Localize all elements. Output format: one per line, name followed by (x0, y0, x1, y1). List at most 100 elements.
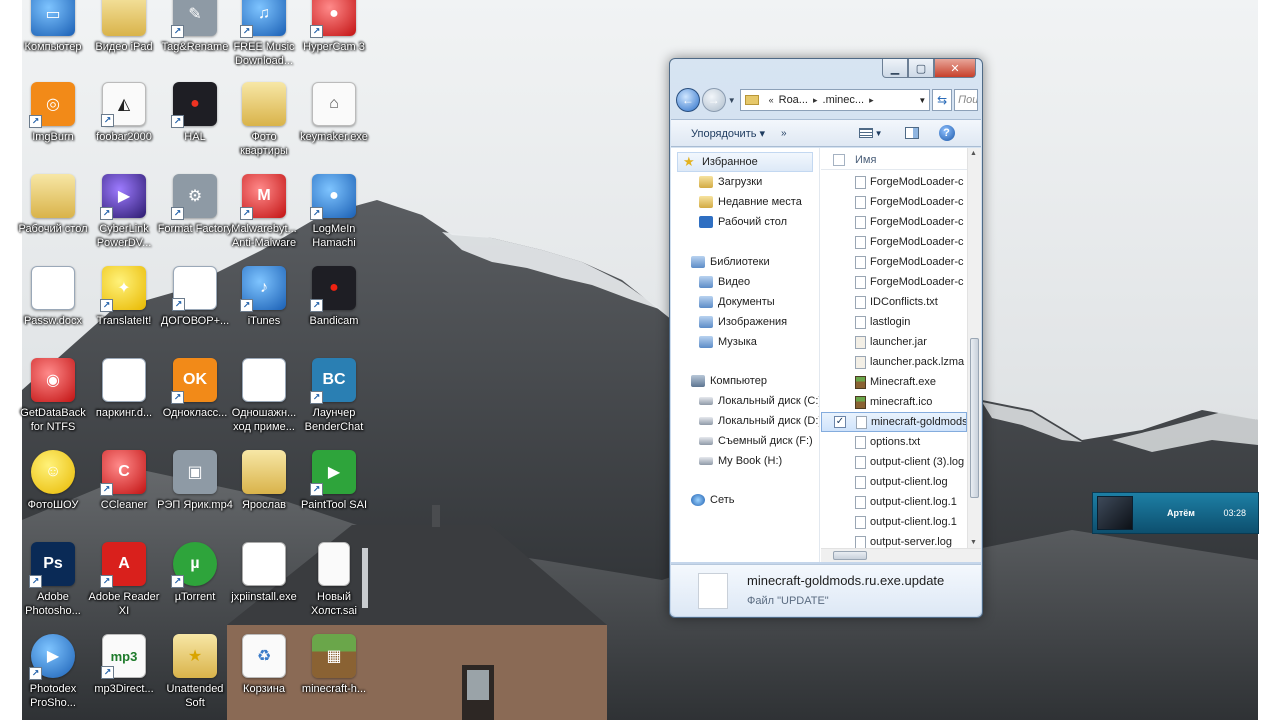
row-checkbox[interactable] (833, 476, 845, 488)
row-checkbox[interactable] (833, 176, 845, 188)
desktop-icon-hypercam[interactable]: ● ↗ HyperCam 3 (298, 0, 370, 80)
desktop-icon-foobar[interactable]: ◭ ↗ foobar2000 (88, 82, 160, 170)
nav-item-drive-f[interactable]: Съемный диск (F:) (699, 431, 813, 451)
navigation-pane[interactable]: ★ Избранное Загрузки Недавние места Рабо… (671, 148, 820, 562)
file-row[interactable]: launcher.pack.lzma (821, 352, 967, 372)
desktop-icon-hamachi[interactable]: ● ↗ LogMeIn Hamachi (298, 174, 370, 262)
desktop-icon-bandicam[interactable]: ● ↗ Bandicam (298, 266, 370, 354)
vertical-scrollbar[interactable]: ▲ ▼ (967, 148, 981, 548)
back-button[interactable]: ← (676, 88, 700, 112)
desktop-icon-translateit[interactable]: ✦ ↗ TranslateIt! (88, 266, 160, 354)
file-row[interactable]: ForgeModLoader-c (821, 232, 967, 252)
nav-item-computer[interactable]: Компьютер (691, 371, 767, 391)
desktop-icon-keymaker[interactable]: ⌂ keymaker.exe (298, 82, 370, 170)
file-row[interactable]: ForgeModLoader-c (821, 172, 967, 192)
preview-pane-button[interactable] (904, 127, 919, 139)
desktop-icon-dogovor[interactable]: W ↗ ДОГОВОР+... (159, 266, 231, 354)
desktop-icon-parking[interactable]: W паркинг.d... (88, 358, 160, 446)
minimize-button[interactable]: ▁ (882, 59, 908, 78)
desktop-icon-getdataback[interactable]: ◉ GetDataBack for NTFS (17, 358, 89, 446)
desktop-icon-benderchat[interactable]: BC ↗ Лаунчер BenderChat (298, 358, 370, 446)
search-input[interactable]: Пои (954, 89, 978, 111)
file-row[interactable]: lastlogin (821, 312, 967, 332)
file-list[interactable]: Имя ForgeModLoader-c ForgeModLoader-c Forg… (821, 148, 981, 562)
refresh-button[interactable]: ⇆ (932, 89, 953, 111)
row-checkbox[interactable] (833, 356, 845, 368)
select-all-checkbox[interactable] (833, 153, 845, 166)
file-row[interactable]: ✓ minecraft-goldmods (821, 412, 967, 432)
desktop-icon-utorrent[interactable]: µ ↗ µTorrent (159, 542, 231, 630)
breadcrumb-minecraft[interactable]: .minec... (823, 94, 865, 106)
address-bar[interactable]: « Roa... ▸ .minec... ▸ ▼ (739, 89, 931, 111)
desktop-icon-rabochiy-stol[interactable]: Рабочий стол (17, 174, 89, 262)
desktop-icon-malwarebytes[interactable]: M ↗ Malwarebyt... Anti-Malware (228, 174, 300, 262)
nav-item-downloads[interactable]: Загрузки (699, 172, 762, 192)
recent-pages-dropdown[interactable]: ▼ (728, 96, 738, 105)
file-row[interactable]: ForgeModLoader-c (821, 272, 967, 292)
desktop-icon-odnoshag[interactable]: W Одношажн... ход приме... (228, 358, 300, 446)
desktop-icon-rap-video[interactable]: ▣ РЭП Ярик.mp4 (157, 450, 233, 538)
desktop-icon-painttool[interactable]: ▶ ↗ PaintTool SAI (298, 450, 370, 538)
nav-item-documents[interactable]: Документы (699, 292, 775, 312)
scroll-up-icon[interactable]: ▲ (970, 150, 977, 157)
desktop-icon-mp3direct[interactable]: mp3 ↗ mp3Direct... (88, 634, 160, 720)
nav-item-video[interactable]: Видео (699, 272, 750, 292)
desktop-icon-novyi-holst[interactable]: Новый Холст.sai (298, 542, 370, 630)
desktop-icon-adobe-reader[interactable]: A ↗ Adobe Reader XI (88, 542, 160, 630)
row-checkbox[interactable] (833, 216, 845, 228)
row-checkbox[interactable] (833, 196, 845, 208)
desktop-icon-computer[interactable]: ▭ Компьютер (17, 0, 89, 80)
help-button[interactable]: ? (938, 125, 955, 141)
nav-item-drive-c[interactable]: Локальный диск (C:) (699, 391, 819, 411)
row-checkbox[interactable] (833, 396, 845, 408)
desktop-icon-recycle-bin[interactable]: ♻ Корзина (228, 634, 300, 720)
file-row[interactable]: minecraft.ico (821, 392, 967, 412)
desktop-icon-ccleaner[interactable]: C ↗ CCleaner (88, 450, 160, 538)
call-notification[interactable]: Артём 03:28 (1092, 492, 1259, 534)
breadcrumb-roaming[interactable]: Roa... (779, 94, 808, 106)
desktop-icon-jxpiinstall[interactable]: ☕ jxpiinstall.exe (228, 542, 300, 630)
file-row[interactable]: ForgeModLoader-c (821, 192, 967, 212)
file-row[interactable]: output-client (3).log (821, 452, 967, 472)
nav-item-network[interactable]: Сеть (691, 490, 734, 510)
desktop-icon-free-music[interactable]: ♫ ↗ FREE Music Download... (228, 0, 300, 80)
nav-item-drive-d[interactable]: Локальный диск (D:) (699, 411, 819, 431)
nav-item-pictures[interactable]: Изображения (699, 312, 787, 332)
scroll-thumb[interactable] (833, 551, 867, 560)
file-row[interactable]: ForgeModLoader-c (821, 212, 967, 232)
nav-item-favorites[interactable]: ★ Избранное (677, 152, 813, 172)
more-commands-button[interactable]: » (781, 128, 787, 139)
row-checkbox[interactable] (833, 296, 845, 308)
file-row[interactable]: output-client.log.1 (821, 492, 967, 512)
desktop-icon-photoshop[interactable]: Ps ↗ Adobe Photosho... (17, 542, 89, 630)
file-row[interactable]: Minecraft.exe (821, 372, 967, 392)
desktop-icon-imgburn[interactable]: ◎ ↗ ImgBurn (17, 82, 89, 170)
desktop-icon-tag-rename[interactable]: ✎ ↗ Tag&Rename (159, 0, 231, 80)
maximize-button[interactable]: ▢ (908, 59, 934, 78)
nav-item-desktop[interactable]: Рабочий стол (699, 212, 787, 232)
nav-item-libraries[interactable]: Библиотеки (691, 252, 770, 272)
row-checkbox[interactable]: ✓ (834, 416, 846, 428)
row-checkbox[interactable] (833, 496, 845, 508)
desktop-icon-passw[interactable]: W Passw.docx (17, 266, 89, 354)
row-checkbox[interactable] (833, 256, 845, 268)
file-row[interactable]: options.txt (821, 432, 967, 452)
desktop-icon-foto-kvartiry[interactable]: Фото квартиры (228, 82, 300, 170)
row-checkbox[interactable] (833, 376, 845, 388)
row-checkbox[interactable] (833, 436, 845, 448)
nav-item-recent-places[interactable]: Недавние места (699, 192, 802, 212)
scroll-down-icon[interactable]: ▼ (970, 539, 977, 546)
organize-button[interactable]: Упорядочить ▾ (691, 127, 765, 140)
desktop-icon-proshow[interactable]: ▶ ↗ Photodex ProSho... (17, 634, 89, 720)
file-row[interactable]: ForgeModLoader-c (821, 252, 967, 272)
desktop-icon-yaroslav[interactable]: Ярослав (228, 450, 300, 538)
desktop-icon-minecraft[interactable]: ▦ minecraft-h... (298, 634, 370, 720)
row-checkbox[interactable] (833, 536, 845, 548)
file-row[interactable]: IDConflicts.txt (821, 292, 967, 312)
row-checkbox[interactable] (833, 336, 845, 348)
row-checkbox[interactable] (833, 276, 845, 288)
desktop-icon-fotoshou[interactable]: ☺ ФотоШОУ (17, 450, 89, 538)
desktop-icon-format-factory[interactable]: ⚙ ↗ Format Factory (158, 174, 232, 262)
desktop-icon-itunes[interactable]: ♪ ↗ iTunes (228, 266, 300, 354)
desktop-icon-powerdvd[interactable]: ▶ ↗ CyberLink PowerDV... (88, 174, 160, 262)
